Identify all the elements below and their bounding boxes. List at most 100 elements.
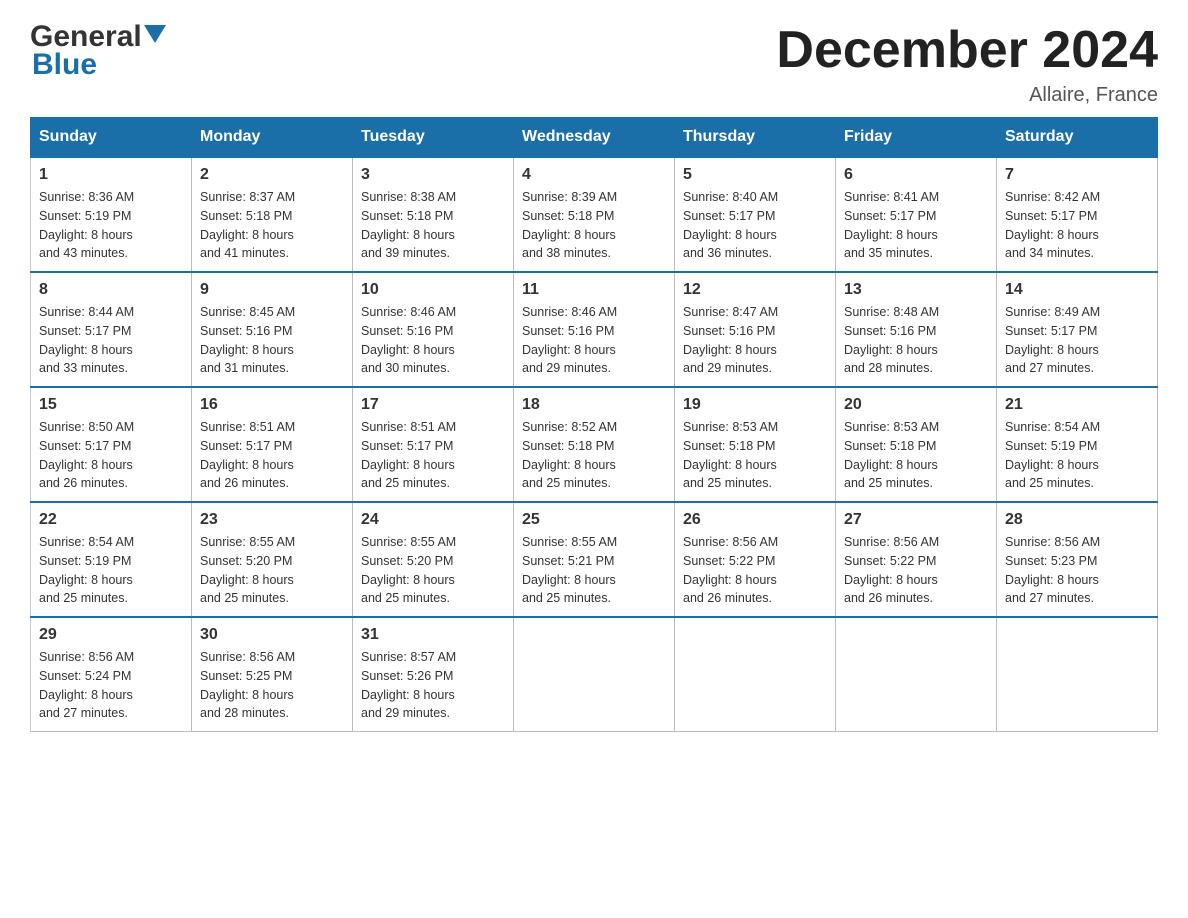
day-number-17: 17 bbox=[361, 396, 505, 414]
calendar-header: SundayMondayTuesdayWednesdayThursdayFrid… bbox=[31, 118, 1158, 158]
empty-cell bbox=[675, 617, 836, 732]
day-number-15: 15 bbox=[39, 396, 183, 414]
day-info-20: Sunrise: 8:53 AMSunset: 5:18 PMDaylight:… bbox=[844, 418, 988, 493]
header-sunday: Sunday bbox=[31, 118, 192, 158]
day-cell-20: 20Sunrise: 8:53 AMSunset: 5:18 PMDayligh… bbox=[836, 387, 997, 502]
day-cell-18: 18 Sunrise: 8:52 AMSunset: 5:18 PMDayligh… bbox=[514, 387, 675, 502]
empty-cell bbox=[997, 617, 1158, 732]
header-tuesday: Tuesday bbox=[353, 118, 514, 158]
header-monday: Monday bbox=[192, 118, 353, 158]
day-info-5: Sunrise: 8:40 AMSunset: 5:17 PMDaylight:… bbox=[683, 188, 827, 263]
day-cell-15: 15 Sunrise: 8:50 AMSunset: 5:17 PMDayligh… bbox=[31, 387, 192, 502]
empty-cell bbox=[514, 617, 675, 732]
location-text: Allaire, France bbox=[776, 84, 1158, 107]
week-row-2: 8 Sunrise: 8:44 AMSunset: 5:17 PMDaylight… bbox=[31, 272, 1158, 387]
day-cell-1: 1 Sunrise: 8:36 AMSunset: 5:19 PMDaylight… bbox=[31, 157, 192, 272]
day-info-25: Sunrise: 8:55 AMSunset: 5:21 PMDaylight:… bbox=[522, 533, 666, 608]
week-row-1: 1 Sunrise: 8:36 AMSunset: 5:19 PMDaylight… bbox=[31, 157, 1158, 272]
day-number-4: 4 bbox=[522, 166, 666, 184]
day-number-31: 31 bbox=[361, 626, 505, 644]
day-number-3: 3 bbox=[361, 166, 505, 184]
day-info-8: Sunrise: 8:44 AMSunset: 5:17 PMDaylight:… bbox=[39, 303, 183, 378]
day-cell-11: 11 Sunrise: 8:46 AMSunset: 5:16 PMDayligh… bbox=[514, 272, 675, 387]
day-number-7: 7 bbox=[1005, 166, 1149, 184]
day-number-10: 10 bbox=[361, 281, 505, 299]
header-thursday: Thursday bbox=[675, 118, 836, 158]
week-row-4: 22 Sunrise: 8:54 AMSunset: 5:19 PMDayligh… bbox=[31, 502, 1158, 617]
day-cell-19: 19 Sunrise: 8:53 AMSunset: 5:18 PMDayligh… bbox=[675, 387, 836, 502]
calendar-table: SundayMondayTuesdayWednesdayThursdayFrid… bbox=[30, 117, 1158, 732]
day-number-18: 18 bbox=[522, 396, 666, 414]
day-info-19: Sunrise: 8:53 AMSunset: 5:18 PMDaylight:… bbox=[683, 418, 827, 493]
day-info-7: Sunrise: 8:42 AMSunset: 5:17 PMDaylight:… bbox=[1005, 188, 1149, 263]
logo: General Blue bbox=[30, 20, 166, 82]
day-info-28: Sunrise: 8:56 AMSunset: 5:23 PMDaylight:… bbox=[1005, 533, 1149, 608]
day-cell-24: 24 Sunrise: 8:55 AMSunset: 5:20 PMDayligh… bbox=[353, 502, 514, 617]
day-info-31: Sunrise: 8:57 AMSunset: 5:26 PMDaylight:… bbox=[361, 648, 505, 723]
day-info-16: Sunrise: 8:51 AMSunset: 5:17 PMDaylight:… bbox=[200, 418, 344, 493]
day-number-23: 23 bbox=[200, 511, 344, 529]
empty-cell bbox=[836, 617, 997, 732]
day-info-24: Sunrise: 8:55 AMSunset: 5:20 PMDaylight:… bbox=[361, 533, 505, 608]
day-cell-14: 14Sunrise: 8:49 AMSunset: 5:17 PMDayligh… bbox=[997, 272, 1158, 387]
day-number-25: 25 bbox=[522, 511, 666, 529]
day-cell-22: 22 Sunrise: 8:54 AMSunset: 5:19 PMDayligh… bbox=[31, 502, 192, 617]
day-cell-4: 4Sunrise: 8:39 AMSunset: 5:18 PMDaylight… bbox=[514, 157, 675, 272]
day-info-26: Sunrise: 8:56 AMSunset: 5:22 PMDaylight:… bbox=[683, 533, 827, 608]
day-number-2: 2 bbox=[200, 166, 344, 184]
day-number-9: 9 bbox=[200, 281, 344, 299]
day-info-17: Sunrise: 8:51 AMSunset: 5:17 PMDaylight:… bbox=[361, 418, 505, 493]
day-info-12: Sunrise: 8:47 AMSunset: 5:16 PMDaylight:… bbox=[683, 303, 827, 378]
day-cell-23: 23 Sunrise: 8:55 AMSunset: 5:20 PMDayligh… bbox=[192, 502, 353, 617]
month-title: December 2024 bbox=[776, 20, 1158, 80]
day-cell-16: 16Sunrise: 8:51 AMSunset: 5:17 PMDayligh… bbox=[192, 387, 353, 502]
calendar-body: 1 Sunrise: 8:36 AMSunset: 5:19 PMDaylight… bbox=[31, 157, 1158, 732]
week-row-3: 15 Sunrise: 8:50 AMSunset: 5:17 PMDayligh… bbox=[31, 387, 1158, 502]
day-cell-5: 5 Sunrise: 8:40 AMSunset: 5:17 PMDaylight… bbox=[675, 157, 836, 272]
day-info-10: Sunrise: 8:46 AMSunset: 5:16 PMDaylight:… bbox=[361, 303, 505, 378]
day-info-14: Sunrise: 8:49 AMSunset: 5:17 PMDaylight:… bbox=[1005, 303, 1149, 378]
day-number-29: 29 bbox=[39, 626, 183, 644]
day-number-6: 6 bbox=[844, 166, 988, 184]
day-info-1: Sunrise: 8:36 AMSunset: 5:19 PMDaylight:… bbox=[39, 188, 183, 263]
day-cell-9: 9 Sunrise: 8:45 AMSunset: 5:16 PMDaylight… bbox=[192, 272, 353, 387]
day-info-22: Sunrise: 8:54 AMSunset: 5:19 PMDaylight:… bbox=[39, 533, 183, 608]
logo-blue-text: Blue bbox=[32, 48, 97, 82]
day-number-21: 21 bbox=[1005, 396, 1149, 414]
day-number-27: 27 bbox=[844, 511, 988, 529]
day-info-21: Sunrise: 8:54 AMSunset: 5:19 PMDaylight:… bbox=[1005, 418, 1149, 493]
day-cell-8: 8 Sunrise: 8:44 AMSunset: 5:17 PMDaylight… bbox=[31, 272, 192, 387]
day-cell-2: 2 Sunrise: 8:37 AMSunset: 5:18 PMDaylight… bbox=[192, 157, 353, 272]
day-cell-6: 6Sunrise: 8:41 AMSunset: 5:17 PMDaylight… bbox=[836, 157, 997, 272]
day-number-19: 19 bbox=[683, 396, 827, 414]
day-cell-26: 26Sunrise: 8:56 AMSunset: 5:22 PMDayligh… bbox=[675, 502, 836, 617]
day-info-9: Sunrise: 8:45 AMSunset: 5:16 PMDaylight:… bbox=[200, 303, 344, 378]
day-cell-21: 21 Sunrise: 8:54 AMSunset: 5:19 PMDayligh… bbox=[997, 387, 1158, 502]
day-number-24: 24 bbox=[361, 511, 505, 529]
header-row: SundayMondayTuesdayWednesdayThursdayFrid… bbox=[31, 118, 1158, 158]
week-row-5: 29Sunrise: 8:56 AMSunset: 5:24 PMDayligh… bbox=[31, 617, 1158, 732]
day-info-18: Sunrise: 8:52 AMSunset: 5:18 PMDaylight:… bbox=[522, 418, 666, 493]
day-number-8: 8 bbox=[39, 281, 183, 299]
day-number-11: 11 bbox=[522, 281, 666, 299]
header-wednesday: Wednesday bbox=[514, 118, 675, 158]
day-cell-13: 13Sunrise: 8:48 AMSunset: 5:16 PMDayligh… bbox=[836, 272, 997, 387]
day-cell-12: 12Sunrise: 8:47 AMSunset: 5:16 PMDayligh… bbox=[675, 272, 836, 387]
day-info-11: Sunrise: 8:46 AMSunset: 5:16 PMDaylight:… bbox=[522, 303, 666, 378]
day-cell-3: 3 Sunrise: 8:38 AMSunset: 5:18 PMDaylight… bbox=[353, 157, 514, 272]
day-cell-25: 25 Sunrise: 8:55 AMSunset: 5:21 PMDayligh… bbox=[514, 502, 675, 617]
day-number-13: 13 bbox=[844, 281, 988, 299]
day-cell-7: 7 Sunrise: 8:42 AMSunset: 5:17 PMDaylight… bbox=[997, 157, 1158, 272]
day-number-5: 5 bbox=[683, 166, 827, 184]
day-info-23: Sunrise: 8:55 AMSunset: 5:20 PMDaylight:… bbox=[200, 533, 344, 608]
day-cell-31: 31 Sunrise: 8:57 AMSunset: 5:26 PMDayligh… bbox=[353, 617, 514, 732]
day-info-27: Sunrise: 8:56 AMSunset: 5:22 PMDaylight:… bbox=[844, 533, 988, 608]
day-info-15: Sunrise: 8:50 AMSunset: 5:17 PMDaylight:… bbox=[39, 418, 183, 493]
day-cell-30: 30Sunrise: 8:56 AMSunset: 5:25 PMDayligh… bbox=[192, 617, 353, 732]
day-cell-27: 27 Sunrise: 8:56 AMSunset: 5:22 PMDayligh… bbox=[836, 502, 997, 617]
day-number-22: 22 bbox=[39, 511, 183, 529]
day-info-3: Sunrise: 8:38 AMSunset: 5:18 PMDaylight:… bbox=[361, 188, 505, 263]
day-number-1: 1 bbox=[39, 166, 183, 184]
header-friday: Friday bbox=[836, 118, 997, 158]
day-info-2: Sunrise: 8:37 AMSunset: 5:18 PMDaylight:… bbox=[200, 188, 344, 263]
